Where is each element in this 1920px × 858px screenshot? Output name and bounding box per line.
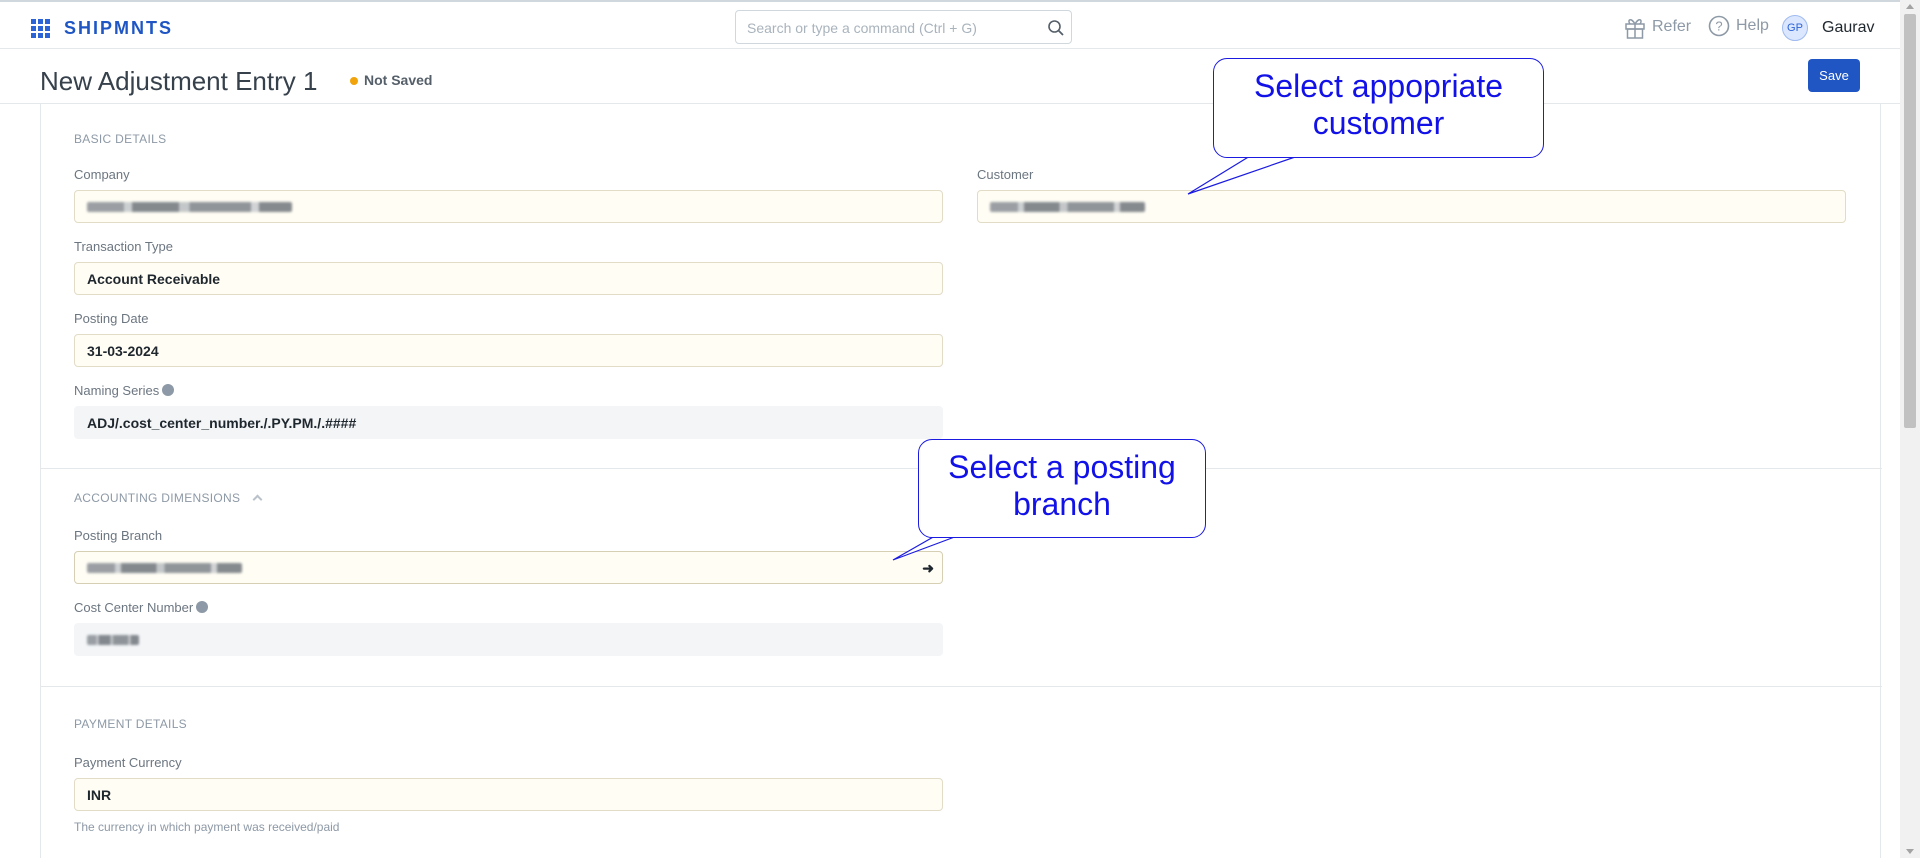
chevron-up-icon[interactable] [252, 494, 263, 505]
payment-currency-field[interactable]: INR [74, 778, 943, 811]
help-label: Help [1736, 17, 1769, 34]
posting-date-label: Posting Date [74, 311, 149, 326]
scroll-up-arrow-icon[interactable] [1906, 4, 1914, 9]
posting-branch-field[interactable]: ➜ [74, 551, 943, 584]
accounting-dimensions-title: ACCOUNTING DIMENSIONS [74, 491, 241, 505]
cost-center-field [74, 623, 943, 656]
section-title-accounting-dimensions[interactable]: ACCOUNTING DIMENSIONS [74, 491, 263, 505]
status-indicator-dot [350, 77, 358, 85]
apps-grid-icon[interactable] [31, 19, 50, 38]
avatar: GP [1782, 15, 1808, 41]
help-circle-icon: ? [1708, 15, 1730, 37]
save-button[interactable]: Save [1808, 59, 1860, 92]
naming-series-label: Naming Series [74, 383, 160, 398]
posting-branch-label: Posting Branch [74, 528, 163, 543]
posting-date-field[interactable]: 31-03-2024 [74, 334, 943, 367]
customer-value-redacted [990, 202, 1145, 212]
customer-label: Customer [977, 167, 1034, 182]
customer-field[interactable] [977, 190, 1846, 223]
globe-icon [196, 601, 209, 613]
gift-icon [1625, 19, 1645, 39]
arrow-right-icon[interactable]: ➜ [922, 560, 934, 577]
callout-select-customer: Select appopriate customer [1213, 58, 1544, 158]
naming-series-label-wrap: Naming Series [74, 383, 175, 398]
status-badge: Not Saved [364, 72, 433, 88]
user-name: Gaurav [1822, 19, 1875, 36]
transaction-type-select[interactable]: Account Receivable [74, 262, 943, 295]
page-scrollbar[interactable] [1900, 0, 1920, 858]
help-link[interactable]: ? Help [1708, 15, 1769, 37]
cost-center-value-redacted [87, 635, 139, 645]
cost-center-label: Cost Center Number [74, 600, 194, 615]
user-menu[interactable]: GP Gaurav [1782, 15, 1874, 41]
search-input[interactable]: Search or type a command (Ctrl + G) [735, 10, 1072, 44]
page-title: New Adjustment Entry 1 [40, 66, 318, 96]
transaction-type-label: Transaction Type [74, 239, 173, 254]
payment-currency-help: The currency in which payment was receiv… [74, 820, 340, 834]
brand-logo[interactable]: SHIPMNTS [64, 18, 173, 39]
posting-branch-value-redacted [87, 563, 242, 573]
refer-link[interactable]: Refer [1624, 15, 1691, 39]
section-divider [41, 686, 1882, 687]
refer-label: Refer [1652, 18, 1692, 35]
page-header: New Adjustment Entry 1 Not Saved Save [0, 50, 1900, 104]
cost-center-label-wrap: Cost Center Number [74, 600, 209, 615]
payment-currency-label: Payment Currency [74, 755, 182, 770]
top-navbar: SHIPMNTS Search or type a command (Ctrl … [0, 0, 1920, 49]
section-title-payment-details: PAYMENT DETAILS [74, 717, 187, 731]
callout-select-branch: Select a posting branch [918, 439, 1206, 538]
search-icon[interactable] [1047, 19, 1065, 37]
company-label: Company [74, 167, 130, 182]
section-title-basic-details: BASIC DETAILS [74, 132, 167, 146]
company-value-redacted [87, 202, 292, 212]
company-field[interactable] [74, 190, 943, 223]
scroll-thumb[interactable] [1904, 14, 1916, 428]
search-placeholder: Search or type a command (Ctrl + G) [747, 20, 977, 36]
svg-text:?: ? [1715, 19, 1722, 34]
globe-icon [162, 384, 175, 396]
scroll-down-arrow-icon[interactable] [1906, 849, 1914, 854]
naming-series-field: ADJ/.cost_center_number./.PY.PM./.#### [74, 406, 943, 439]
